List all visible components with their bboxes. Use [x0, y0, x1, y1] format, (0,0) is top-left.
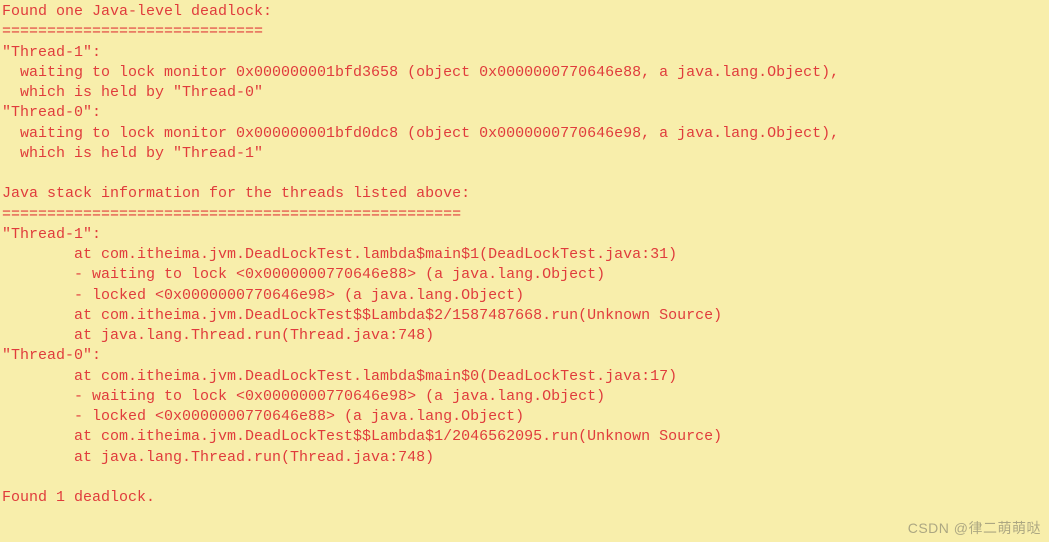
deadlock-dump-output: Found one Java-level deadlock: =========…	[0, 0, 1049, 508]
watermark-text: CSDN @律二萌萌哒	[908, 519, 1041, 538]
